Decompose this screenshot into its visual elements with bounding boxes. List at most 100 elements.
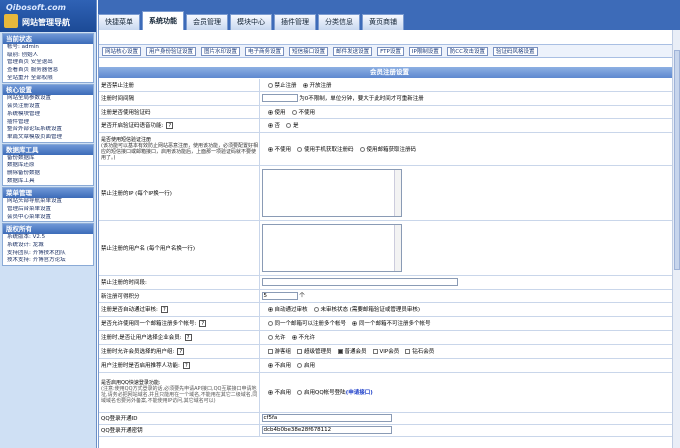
sidebar-item[interactable]: 数据库还原 <box>3 162 93 170</box>
sidebar-item[interactable]: 网站全局参数设置 <box>3 95 93 103</box>
interval-input[interactable] <box>261 94 298 103</box>
tab-6[interactable]: 黄页商铺 <box>362 14 404 30</box>
checkbox-vip[interactable] <box>372 349 378 354</box>
radio-captcha-off[interactable] <box>291 109 297 115</box>
qq-appkey-input[interactable]: dcb4b0be38e28f678112 <box>261 426 392 434</box>
row-label: 新注册可得积分 <box>99 289 260 303</box>
sidebar-item[interactable]: 数据库工具 <box>3 178 93 186</box>
sidebar-section-title[interactable]: 数据库工具 <box>3 144 93 155</box>
sidebar-section-title[interactable]: 版权所有 <box>3 224 93 235</box>
scrollbar-thumb[interactable] <box>674 50 680 270</box>
sidebar-section-title[interactable]: 菜单管理 <box>3 188 93 199</box>
subtab-button[interactable]: 验证码风格设置 <box>492 46 538 56</box>
help-icon[interactable]: ? <box>160 306 168 313</box>
radio-sms-email[interactable] <box>359 146 365 152</box>
tab-4[interactable]: 插件管理 <box>274 14 316 30</box>
row-label: 是否禁止注册 <box>99 79 260 92</box>
option-label: 不使用 <box>274 146 292 153</box>
apply-api-link[interactable]: (申请接口) <box>346 390 373 396</box>
radio-company-deny[interactable] <box>291 335 297 340</box>
radio-email-single[interactable] <box>352 321 358 326</box>
hint-text: 为0不限制，单位分钟，要大于此时间才可重新注册 <box>299 95 424 102</box>
subtab-button[interactable]: 防CC攻击设置 <box>446 46 488 56</box>
help-icon[interactable]: ? <box>166 122 174 129</box>
main-panel: 网站核心设置 用户身份验证设置 图片水印设置 电子商务设置 短信接口设置 邮件发送设置 FT… <box>98 30 680 448</box>
radio-pending[interactable] <box>313 307 319 312</box>
sidebar-item[interactable]: 单篇文章模版页面管理 <box>3 134 93 142</box>
radio-email-multi[interactable] <box>267 321 273 326</box>
radio-referrer-off[interactable] <box>267 363 273 368</box>
checkbox-diamond[interactable] <box>405 349 411 354</box>
subtab-button[interactable]: 邮件发送设置 <box>333 46 373 56</box>
radio-captcha-use[interactable] <box>267 109 273 115</box>
help-icon[interactable]: ? <box>177 348 185 355</box>
option-label: 是 <box>293 123 299 129</box>
sidebar-item[interactable]: 管理后台菜单设置 <box>3 206 93 214</box>
radio-voice-yes[interactable] <box>286 123 292 128</box>
sidebar-item[interactable]: 插件管理 <box>3 119 93 127</box>
banned-username-textarea[interactable] <box>261 223 402 272</box>
tab-2[interactable]: 会员管理 <box>186 14 228 30</box>
sidebar-item[interactable]: 系统版本: V2.5 <box>3 234 93 242</box>
subtab-button[interactable]: 电子商务设置 <box>245 46 285 56</box>
radio-enable-register[interactable] <box>302 82 308 88</box>
logo-icon <box>4 14 18 28</box>
sidebar-item[interactable]: 网站头部导航菜单设置 <box>3 198 93 206</box>
row-label: 注册时允许会员选择的用户组:? <box>99 344 260 359</box>
checkbox-guest[interactable] <box>267 349 273 354</box>
sidebar-item[interactable]: 查看首页 服务器信息 <box>3 67 93 75</box>
sidebar-item[interactable]: 系统设计: 龙城 <box>3 242 93 250</box>
banned-ip-textarea[interactable] <box>261 168 402 217</box>
tab-5[interactable]: 分类信息 <box>318 14 360 30</box>
vertical-scrollbar[interactable] <box>672 30 680 448</box>
radio-disable-register[interactable] <box>267 82 273 88</box>
points-input[interactable]: 5 <box>261 291 298 300</box>
radio-sms-phone[interactable] <box>297 146 303 152</box>
subtab-button[interactable]: 短信接口设置 <box>289 46 329 56</box>
sidebar-item[interactable]: 级别: 创始人 <box>3 52 93 60</box>
sidebar-item[interactable]: 全站重开 全部权限 <box>3 75 93 83</box>
checkbox-member[interactable] <box>337 349 343 354</box>
sidebar-item[interactable]: 系统模块管理 <box>3 111 93 119</box>
sidebar-section-title[interactable]: 核心设置 <box>3 85 93 96</box>
radio-referrer-on[interactable] <box>297 363 303 368</box>
radio-qq-off[interactable] <box>267 390 273 395</box>
sidebar-section-title[interactable]: 当前状态 <box>3 34 93 44</box>
row-label: 是否使用短信验证注册 (该功能可以基本有效防止网站恶意注册，使用该功能，必须要配置… <box>99 132 260 166</box>
help-icon[interactable]: ? <box>199 320 207 327</box>
tab-0[interactable]: 快捷菜单 <box>98 14 140 30</box>
form-row: 是否启用QQ快速登录功能: (注意:使用QQ方式登录的话,必须要先申请API接口,… <box>99 372 680 413</box>
sidebar-item[interactable]: 会员注册设置 <box>3 103 93 111</box>
banned-time-input[interactable] <box>261 278 458 286</box>
sidebar-item[interactable]: 帐号: admin <box>3 44 93 52</box>
radio-auto-approve[interactable] <box>267 307 273 312</box>
form-row: 用户注册时是否启用推荐人功能:? 不启用 启用 <box>99 358 680 373</box>
sidebar-item[interactable]: 备份数据库 <box>3 155 93 163</box>
qq-appid-input[interactable]: cf5fa <box>261 414 392 422</box>
subtab-button[interactable]: 用户身份验证设置 <box>146 46 197 56</box>
tab-3[interactable]: 模块中心 <box>230 14 272 30</box>
subtab-button[interactable]: FTP设置 <box>377 46 404 56</box>
checkbox-superadmin[interactable] <box>297 349 303 354</box>
row-label: 禁止注册的IP (每个IP换一行) <box>99 165 260 221</box>
sidebar-item[interactable]: 会员中心菜单设置 <box>3 214 93 222</box>
radio-qq-on[interactable] <box>297 390 303 395</box>
subtab-button[interactable]: 网站核心设置 <box>102 46 142 56</box>
sidebar-item[interactable]: 管理首页 安全退出 <box>3 59 93 67</box>
radio-sms-off[interactable] <box>267 146 273 152</box>
form-row: 是否使用短信验证注册 (该功能可以基本有效防止网站恶意注册，使用该功能，必须要配置… <box>99 132 680 166</box>
row-label: 禁止注册的用户名 (每个用户名换一行) <box>99 220 260 276</box>
sidebar-item[interactable]: 整合外部论坛系统设置 <box>3 126 93 134</box>
sidebar-section: 版权所有 系统版本: V2.5 系统设计: 龙城 支持团队: 齐博技术团队 技术支持: … <box>2 223 94 267</box>
help-icon[interactable]: ? <box>182 362 190 369</box>
form-row: 是否允许使用同一个邮箱注册多个帐号:? 同一个邮箱可以注册多个帐号 同一个邮箱不可… <box>99 316 680 331</box>
tab-1[interactable]: 系统功能 <box>142 11 184 30</box>
sidebar-item[interactable]: 技术支持: 齐博官方论坛 <box>3 257 93 265</box>
subtab-button[interactable]: 图片水印设置 <box>201 46 241 56</box>
sidebar-item[interactable]: 删除备份数据 <box>3 170 93 178</box>
radio-company-allow[interactable] <box>267 335 273 340</box>
sidebar-item[interactable]: 支持团队: 齐博技术团队 <box>3 250 93 258</box>
radio-voice-no[interactable] <box>267 123 273 128</box>
help-icon[interactable]: ? <box>184 334 192 341</box>
subtab-button[interactable]: IP限制设置 <box>408 46 442 56</box>
